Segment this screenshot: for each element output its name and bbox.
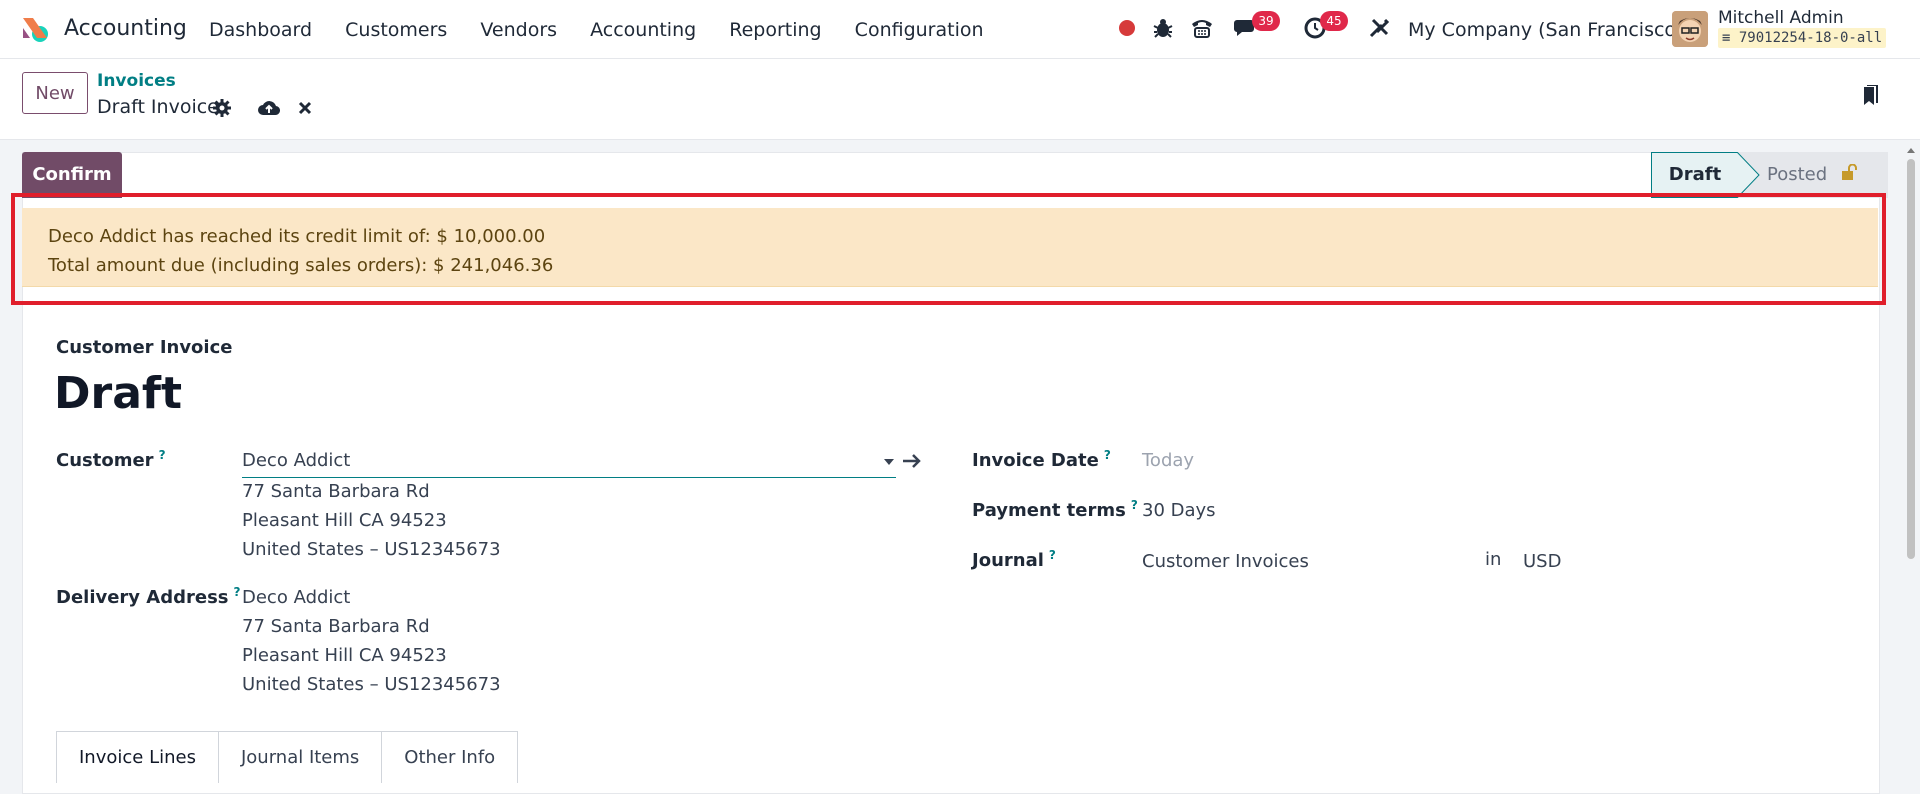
bookmark-icon[interactable] <box>1858 84 1882 108</box>
customer-address-city: Pleasant Hill CA 94523 <box>242 510 447 531</box>
activities-count-badge: 45 <box>1320 11 1348 31</box>
journal-field[interactable]: Customer Invoices <box>1142 551 1309 572</box>
database-icon: ≡ <box>1722 30 1739 46</box>
top-navbar: Accounting Dashboard Customers Vendors A… <box>0 0 1920 59</box>
menu-accounting[interactable]: Accounting <box>590 19 696 41</box>
customer-field[interactable]: Deco Addict <box>242 447 896 478</box>
main-menu: Dashboard Customers Vendors Accounting R… <box>209 19 1011 41</box>
currency-field[interactable]: USD <box>1523 551 1561 572</box>
customer-address-street: 77 Santa Barbara Rd <box>242 481 430 502</box>
gear-icon[interactable] <box>210 96 234 120</box>
recording-dot-icon[interactable] <box>1114 15 1140 41</box>
menu-vendors[interactable]: Vendors <box>480 19 557 41</box>
close-icon[interactable] <box>293 96 317 120</box>
internal-link-arrow-icon[interactable] <box>901 450 923 472</box>
user-avatar[interactable] <box>1672 11 1708 47</box>
menu-configuration[interactable]: Configuration <box>855 19 984 41</box>
journal-label: Journal? <box>972 548 1056 571</box>
tab-invoice-lines[interactable]: Invoice Lines <box>56 731 219 783</box>
journal-in-text: in <box>1485 549 1502 570</box>
customer-field-value: Deco Addict <box>242 450 351 471</box>
company-switcher[interactable]: My Company (San Francisco) <box>1408 19 1683 41</box>
confirm-button[interactable]: Confirm <box>22 152 122 198</box>
new-button[interactable]: New <box>22 72 88 114</box>
phone-icon[interactable] <box>1189 15 1215 41</box>
customer-label: Customer? <box>56 448 166 471</box>
delivery-address-street: 77 Santa Barbara Rd <box>242 616 430 637</box>
notebook-tabs: Invoice Lines Journal Items Other Info <box>56 731 519 783</box>
scrollbar-thumb[interactable] <box>1907 159 1915 559</box>
help-tooltip-icon[interactable]: ? <box>1131 498 1138 512</box>
dropdown-caret-icon[interactable] <box>884 459 894 465</box>
lock-open-icon <box>1841 152 1859 198</box>
invoice-date-field[interactable]: Today <box>1142 450 1194 471</box>
control-panel: New Invoices Draft Invoice <box>0 59 1920 140</box>
tools-icon[interactable] <box>1366 15 1392 41</box>
document-type: Customer Invoice <box>56 337 233 358</box>
help-tooltip-icon[interactable]: ? <box>234 585 241 599</box>
help-tooltip-icon[interactable]: ? <box>1104 448 1111 462</box>
stage-posted[interactable]: Posted <box>1761 152 1888 198</box>
help-tooltip-icon[interactable]: ? <box>1049 548 1056 562</box>
database-badge: ≡ 79012254-18-0-all <box>1718 28 1887 48</box>
highlight-box <box>11 193 1886 305</box>
app-name[interactable]: Accounting <box>64 16 187 41</box>
delivery-address[interactable]: Deco Addict 77 Santa Barbara Rd Pleasant… <box>242 583 501 699</box>
help-tooltip-icon[interactable]: ? <box>159 448 166 462</box>
menu-dashboard[interactable]: Dashboard <box>209 19 312 41</box>
bug-icon[interactable] <box>1150 15 1176 41</box>
scroll-up-icon[interactable] <box>1904 145 1918 155</box>
payment-terms-field[interactable]: 30 Days <box>1142 500 1216 521</box>
payment-terms-label-text: Payment terms <box>972 500 1126 521</box>
breadcrumb-current: Draft Invoice <box>97 96 219 118</box>
tab-other-info[interactable]: Other Info <box>382 731 519 783</box>
invoice-date-label: Invoice Date? <box>972 448 1111 471</box>
tab-journal-items[interactable]: Journal Items <box>218 731 383 783</box>
payment-terms-label: Payment terms? <box>972 498 1138 521</box>
delivery-address-name: Deco Addict <box>242 587 351 608</box>
accounting-app-logo-icon[interactable] <box>20 14 50 44</box>
invoice-date-label-text: Invoice Date <box>972 450 1099 471</box>
breadcrumb-invoices[interactable]: Invoices <box>97 71 176 91</box>
customer-address: 77 Santa Barbara Rd Pleasant Hill CA 945… <box>242 477 501 564</box>
delivery-address-city: Pleasant Hill CA 94523 <box>242 645 447 666</box>
page-title: Draft <box>54 368 183 419</box>
menu-customers[interactable]: Customers <box>345 19 447 41</box>
customer-address-country: United States – US12345673 <box>242 539 501 560</box>
delivery-address-label: Delivery Address? <box>56 585 241 608</box>
menu-reporting[interactable]: Reporting <box>729 19 821 41</box>
journal-label-text: Journal <box>972 550 1044 571</box>
stage-arrow-icon <box>1737 152 1761 198</box>
user-name[interactable]: Mitchell Admin <box>1718 8 1844 28</box>
stage-draft[interactable]: Draft <box>1651 152 1738 198</box>
delivery-address-country: United States – US12345673 <box>242 674 501 695</box>
stage-posted-label: Posted <box>1767 164 1828 185</box>
database-name: 79012254-18-0-all <box>1738 30 1883 46</box>
customer-label-text: Customer <box>56 450 154 471</box>
cloud-upload-icon[interactable] <box>257 96 281 120</box>
delivery-address-label-text: Delivery Address <box>56 587 229 608</box>
scrollbar[interactable] <box>1904 145 1918 783</box>
messages-count-badge: 39 <box>1252 11 1280 31</box>
